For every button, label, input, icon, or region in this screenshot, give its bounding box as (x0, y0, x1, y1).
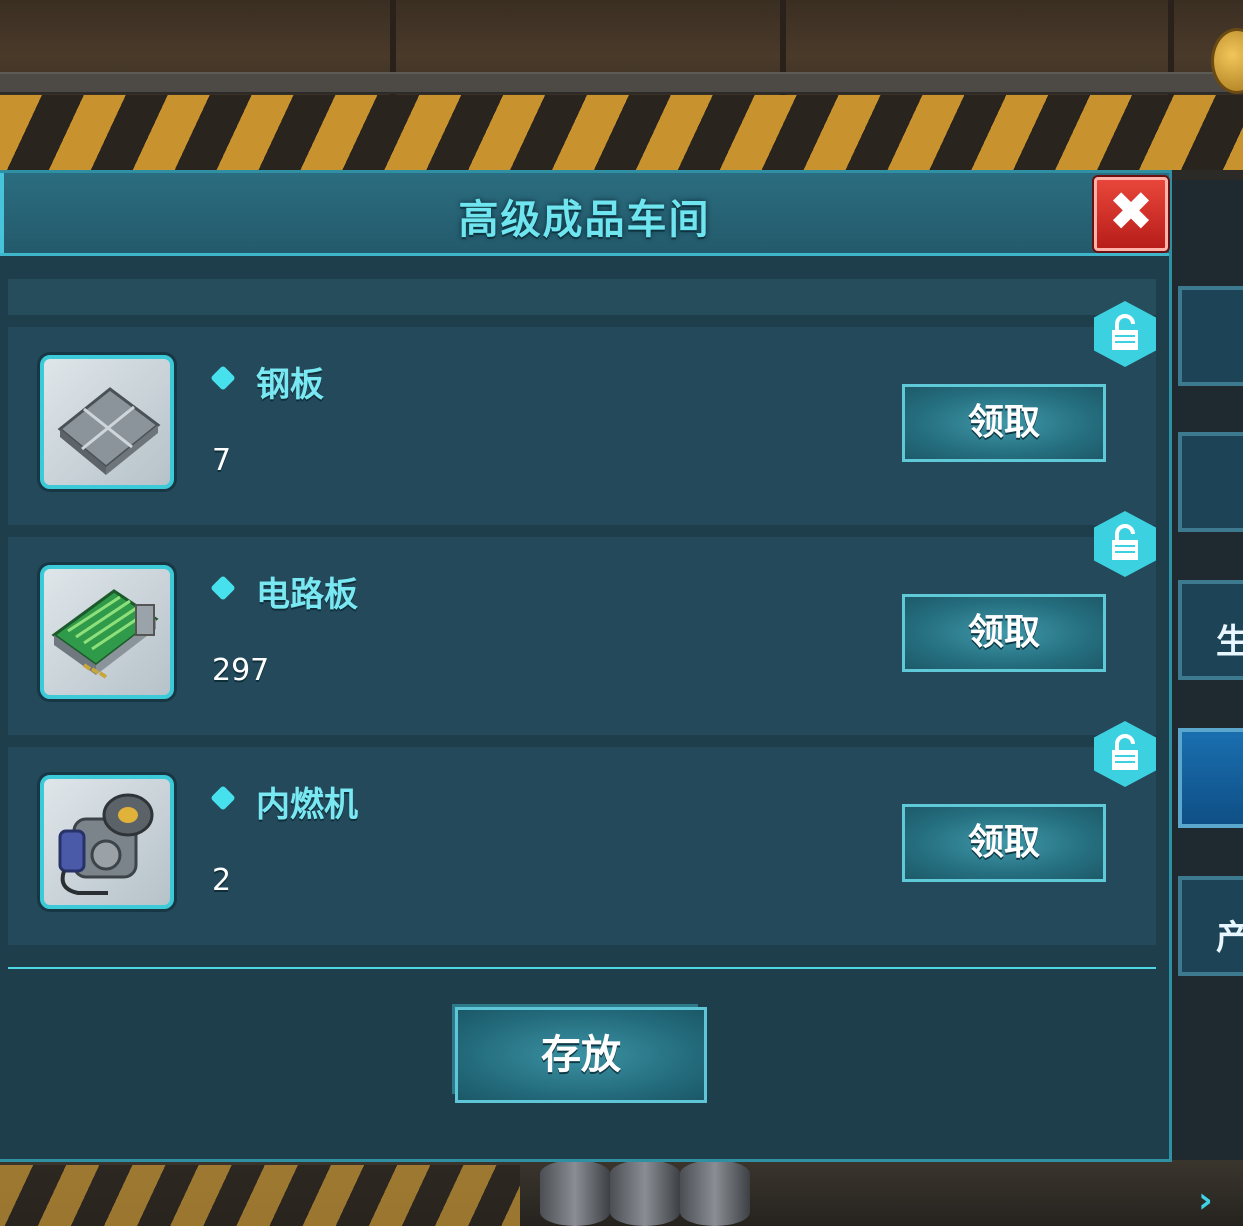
sub-header-bar (8, 279, 1156, 315)
item-count: 297 (212, 653, 270, 688)
list-item: 电路板 297 领取 (8, 511, 1156, 735)
rivet-beam (0, 72, 1243, 94)
claim-button[interactable]: 领取 (902, 804, 1106, 882)
side-button[interactable] (1178, 286, 1243, 386)
side-button-label: 产 (1216, 918, 1243, 958)
store-button[interactable]: 存放 (455, 1007, 707, 1103)
barrel-icon (540, 1160, 610, 1226)
barrel-icon (680, 1160, 750, 1226)
chevron-right-icon[interactable]: › (1198, 1180, 1213, 1221)
floor-hazard-stripes (0, 1165, 520, 1226)
claim-button[interactable]: 领取 (902, 384, 1106, 462)
side-button-label: 生 (1216, 622, 1243, 662)
list-item: 钢板 7 领取 (8, 301, 1156, 525)
workshop-dialog: 高级成品车间 ✖ 钢板 7 领取 电路板 297 领取 内燃机 2 领取 存放 (0, 170, 1172, 1162)
combustion-engine-icon (40, 775, 174, 909)
bullet-icon (210, 785, 236, 811)
list-item: 内燃机 2 领取 (8, 721, 1156, 945)
hazard-stripes (0, 95, 1243, 170)
dialog-title: 高级成品车间 (458, 197, 711, 243)
divider (8, 967, 1156, 969)
close-button[interactable]: ✖ (1094, 177, 1168, 251)
side-button[interactable] (1178, 432, 1243, 532)
dialog-header: 高级成品车间 (0, 173, 1169, 256)
item-name: 钢板 (256, 365, 324, 405)
item-name: 内燃机 (256, 785, 358, 825)
item-name: 电路板 (256, 575, 358, 615)
item-count: 7 (212, 443, 232, 478)
claim-button[interactable]: 领取 (902, 594, 1106, 672)
bullet-icon (210, 365, 236, 391)
side-button[interactable]: 产 (1178, 876, 1243, 976)
item-count: 2 (212, 863, 232, 898)
steel-plate-icon (40, 355, 174, 489)
circuit-board-icon (40, 565, 174, 699)
barrel-icon (610, 1160, 680, 1226)
bullet-icon (210, 575, 236, 601)
side-button[interactable]: 生 (1178, 580, 1243, 680)
side-button-active[interactable] (1178, 728, 1243, 828)
